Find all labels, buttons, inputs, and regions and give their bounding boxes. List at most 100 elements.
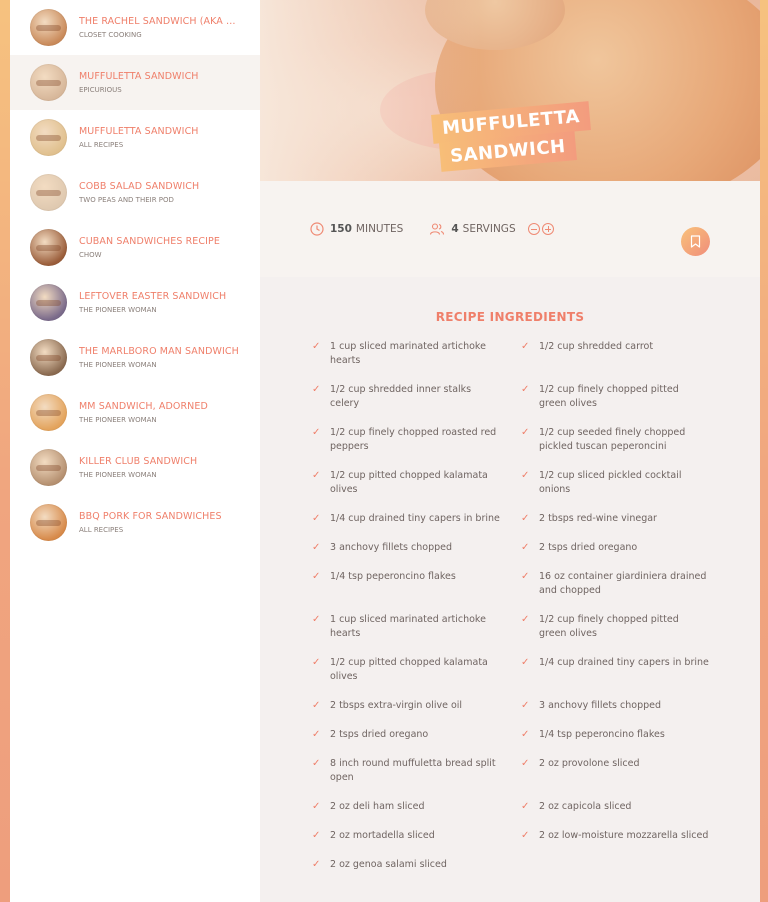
ingredient-item: ✓ 3 anchovy fillets chopped [521,699,711,713]
check-icon: ✓ [312,801,321,812]
sidebar-item-title: BBQ PORK FOR SANDWICHES [79,511,222,522]
ingredient-text: 2 oz low-moisture mozzarella sliced [539,830,709,841]
bookmark-icon [690,235,701,248]
ingredient-item: ✓ 2 oz capicola sliced [521,800,711,814]
sidebar-item-source: CHOW [79,251,102,259]
sidebar-item-text: MUFFULETTA SANDWICH ALL RECIPES [79,125,241,150]
check-icon: ✓ [312,859,321,870]
check-icon: ✓ [312,700,321,711]
ingredient-text: 2 tsps dried oregano [330,729,429,740]
recipe-thumbnail [30,174,67,211]
cook-time: 150 MINUTES [310,222,403,236]
sidebar-item-text: BBQ PORK FOR SANDWICHES ALL RECIPES [79,510,241,535]
ingredients-list: ✓ 1 cup sliced marinated artichoke hearts… [260,340,760,887]
ingredient-text: 2 oz mortadella sliced [330,830,435,841]
sidebar-item-text: COBB SALAD SANDWICH TWO PEAS AND THEIR PO… [79,180,241,205]
ingredient-item: ✓ 1/2 cup shredded inner stalks celery [312,383,521,411]
recipe-thumbnail [30,229,67,266]
ingredient-item: ✓ 2 tsps dried oregano [521,541,711,555]
check-icon: ✓ [312,657,321,668]
check-icon: ✓ [521,614,530,625]
ingredient-item: ✓ 2 tbsps red-wine vinegar [521,512,711,526]
check-icon: ✓ [312,384,321,395]
ingredient-item: ✓ 1/2 cup seeded finely chopped pickled t… [521,426,711,454]
recipe-thumbnail [30,64,67,101]
check-icon: ✓ [521,758,530,769]
ingredient-item: ✓ 1/2 cup pitted chopped kalamata olives [312,469,521,497]
ingredient-item: ✓ 2 oz low-moisture mozzarella sliced [521,829,711,843]
sidebar-item-title: MUFFULETTA SANDWICH [79,71,199,82]
bookmark-button[interactable] [681,227,710,256]
sidebar-recipe-item[interactable]: MUFFULETTA SANDWICH EPICURIOUS [10,55,260,110]
sidebar-item-source: CLOSET COOKING [79,31,142,39]
ingredient-text: 16 oz container giardiniera drained and … [539,571,707,596]
sidebar-item-title: LEFTOVER EASTER SANDWICH [79,291,227,302]
sidebar-recipe-item[interactable]: BBQ PORK FOR SANDWICHES ALL RECIPES [10,495,260,550]
sidebar-item-title: KILLER CLUB SANDWICH [79,456,198,467]
ingredient-item: ✓ 1/2 cup finely chopped pitted green oli… [521,613,711,641]
sidebar-item-title: THE MARLBORO MAN SANDWICH [79,346,239,357]
sidebar-item-source: THE PIONEER WOMAN [79,361,157,369]
check-icon: ✓ [521,384,530,395]
increase-servings-button[interactable] [541,223,554,235]
check-icon: ✓ [521,427,530,438]
recipe-thumbnail [30,284,67,321]
ingredient-text: 2 tbsps extra-virgin olive oil [330,700,463,711]
ingredient-text: 8 inch round muffuletta bread split open [330,758,496,783]
sidebar-item-source: ALL RECIPES [79,141,124,149]
sidebar-recipe-item[interactable]: CUBAN SANDWICHES RECIPE CHOW [10,220,260,275]
recipe-detail: MUFFULETTA SANDWICH 150 MINUTES 4 SERVIN… [260,0,760,902]
check-icon: ✓ [312,614,321,625]
check-icon: ✓ [312,470,321,481]
sidebar-item-title: MUFFULETTA SANDWICH [79,126,199,137]
recipe-title-banner: MUFFULETTA SANDWICH [430,101,591,172]
sidebar-recipe-item[interactable]: COBB SALAD SANDWICH TWO PEAS AND THEIR PO… [10,165,260,220]
sidebar-recipe-item[interactable]: THE RACHEL SANDWICH (AKA RO... CLOSET COO… [10,0,260,55]
ingredient-text: 1/2 cup finely chopped pitted green oliv… [539,384,679,409]
sidebar-recipe-item[interactable]: MUFFULETTA SANDWICH ALL RECIPES [10,110,260,165]
ingredients-section: RECIPE INGREDIENTS ✓ 1 cup sliced marinat… [260,277,760,887]
ingredient-item: ✓ 1/2 cup pitted chopped kalamata olives [312,656,521,684]
servings-value: 4 [451,223,459,235]
sidebar-item-title: COBB SALAD SANDWICH [79,181,200,192]
check-icon: ✓ [521,542,530,553]
ingredient-text: 1/2 cup finely chopped pitted green oliv… [539,614,679,639]
decrease-servings-button[interactable] [527,223,540,235]
sidebar-item-source: THE PIONEER WOMAN [79,416,157,424]
sidebar-item-title: MM SANDWICH, ADORNED [79,401,208,412]
ingredient-item: ✓ 2 oz mortadella sliced [312,829,521,843]
check-icon: ✓ [521,801,530,812]
ingredient-text: 1/2 cup pitted chopped kalamata olives [330,657,488,682]
ingredient-item: ✓ 2 tbsps extra-virgin olive oil [312,699,521,713]
ingredient-item: ✓ 1/2 cup shredded carrot [521,340,711,368]
recipe-thumbnail [30,119,67,156]
sidebar-item-text: MM SANDWICH, ADORNED THE PIONEER WOMAN [79,400,241,425]
ingredient-item: ✓ 3 anchovy fillets chopped [312,541,521,555]
sidebar-recipe-item[interactable]: LEFTOVER EASTER SANDWICH THE PIONEER WOMA… [10,275,260,330]
recipe-thumbnail [30,9,67,46]
ingredient-item: ✓ 2 oz provolone sliced [521,757,711,785]
ingredient-text: 1/4 tsp peperoncino flakes [539,729,665,740]
sidebar-item-text: MUFFULETTA SANDWICH EPICURIOUS [79,70,241,95]
sidebar-recipe-item[interactable]: KILLER CLUB SANDWICH THE PIONEER WOMAN [10,440,260,495]
minutes-value: 150 [330,223,352,235]
ingredient-item: ✓ 2 oz genoa salami sliced [312,858,521,872]
check-icon: ✓ [312,729,321,740]
ingredient-text: 1 cup sliced marinated artichoke hearts [330,341,486,366]
ingredient-text: 1/2 cup sliced pickled cocktail onions [539,470,682,495]
check-icon: ✓ [312,542,321,553]
check-icon: ✓ [521,830,530,841]
ingredient-text: 1/2 cup shredded carrot [539,341,654,352]
sidebar-recipe-item[interactable]: MM SANDWICH, ADORNED THE PIONEER WOMAN [10,385,260,440]
check-icon: ✓ [312,513,321,524]
clock-icon [310,222,324,236]
servings-stepper [527,223,556,235]
check-icon: ✓ [312,758,321,769]
ingredient-item: ✓ 1/4 tsp peperoncino flakes [521,728,711,742]
check-icon: ✓ [521,470,530,481]
app-window: THE RACHEL SANDWICH (AKA RO... CLOSET COO… [10,0,760,902]
ingredient-text: 1/2 cup seeded finely chopped pickled tu… [539,427,686,452]
ingredient-text: 3 anchovy fillets chopped [539,700,662,711]
ingredients-heading: RECIPE INGREDIENTS [435,310,585,324]
sidebar-recipe-item[interactable]: THE MARLBORO MAN SANDWICH THE PIONEER WOM… [10,330,260,385]
